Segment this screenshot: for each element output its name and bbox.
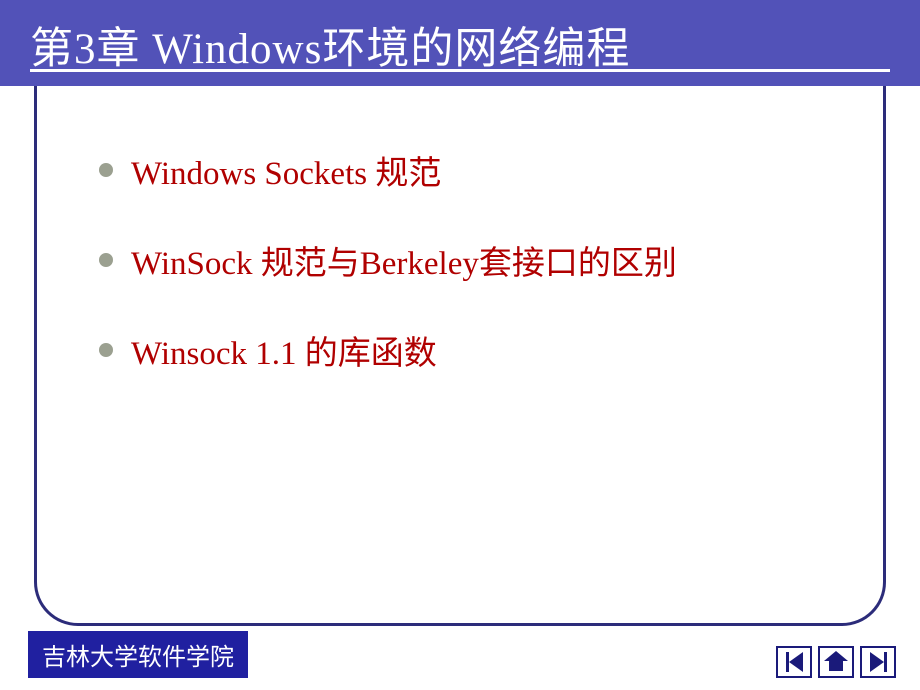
slide-header: 第3章 Windows环境的网络编程 <box>0 0 920 86</box>
bullet-text: Windows Sockets 规范 <box>131 146 441 194</box>
home-button[interactable] <box>818 646 854 678</box>
content-frame: Windows Sockets 规范 WinSock 规范与Berkeley套接… <box>34 86 886 626</box>
prev-button[interactable] <box>776 646 812 678</box>
title-underline <box>30 69 890 72</box>
arrow-left-icon <box>789 652 803 672</box>
bullet-icon <box>99 253 113 267</box>
bar-icon <box>884 652 887 672</box>
slide-title: 第3章 Windows环境的网络编程 <box>30 14 920 76</box>
bullet-icon <box>99 343 113 357</box>
list-item: WinSock 规范与Berkeley套接口的区别 <box>99 236 833 284</box>
bullet-icon <box>99 163 113 177</box>
bullet-text: Winsock 1.1 的库函数 <box>131 326 437 374</box>
nav-controls <box>776 646 896 678</box>
arrow-right-icon <box>870 652 884 672</box>
list-item: Windows Sockets 规范 <box>99 146 833 194</box>
next-button[interactable] <box>860 646 896 678</box>
bullet-text: WinSock 规范与Berkeley套接口的区别 <box>131 236 677 284</box>
list-item: Winsock 1.1 的库函数 <box>99 326 833 374</box>
bullet-list: Windows Sockets 规范 WinSock 规范与Berkeley套接… <box>37 86 883 374</box>
home-icon <box>826 653 846 671</box>
footer-institution: 吉林大学软件学院 <box>28 631 248 678</box>
